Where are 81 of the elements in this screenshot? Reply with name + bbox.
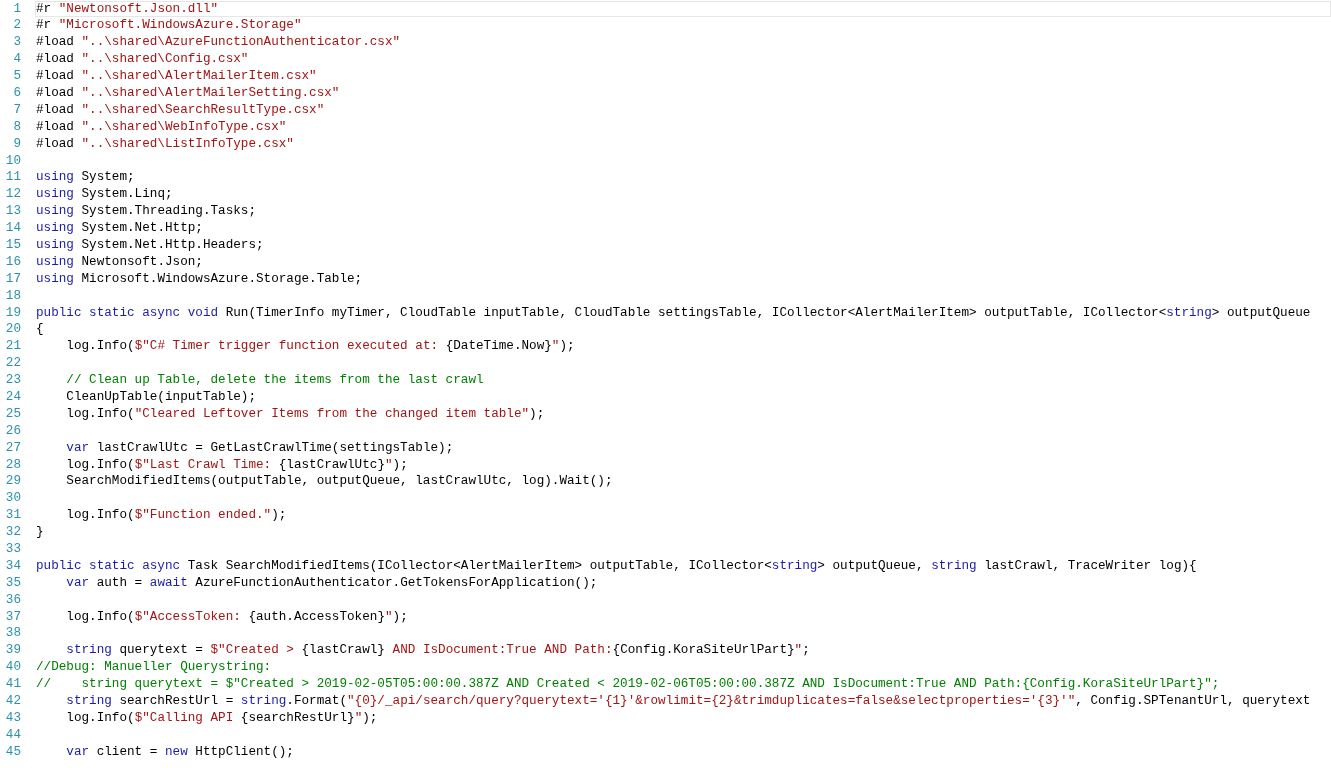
line-number: 28 — [4, 456, 21, 474]
line-number: 23 — [4, 372, 21, 389]
code-line: // Clean up Table, delete the items from the last crawl — [65, 372, 484, 388]
line-number: 19 — [4, 304, 21, 322]
line-number: 42 — [4, 693, 21, 710]
line-number: 36 — [4, 591, 21, 609]
code-line: #r "Microsoft.WindowsAzure.Storage" — [36, 17, 302, 33]
line-number: 38 — [4, 625, 21, 643]
code-line: { — [36, 321, 44, 337]
code-line: var auth = await AzureFunctionAuthenticator.GetTokensForApplication(); — [65, 574, 598, 590]
line-number: 44 — [4, 726, 21, 744]
line-number: 2 — [12, 17, 21, 35]
line-number: 14 — [4, 220, 21, 237]
code-line: string searchRestUrl = string.Format("{0}/_api/search/query?querytext='{1}'&rowlimit={2}&trimduplicates=false&selectproperties='{3}'", Config.SPTenantUrl, querytext — [65, 693, 1311, 708]
code-line: #load "..\shared\Config.csx" — [36, 51, 249, 67]
line-number: 9 — [12, 135, 21, 153]
line-number: 22 — [4, 355, 21, 373]
code-line: //Debug: Manueller Querystring: — [36, 659, 272, 675]
line-number: 1 — [12, 0, 21, 18]
line-number: 32 — [4, 524, 21, 541]
code-line: CleanUpTable(inputTable); — [65, 389, 256, 404]
line-number: 6 — [12, 84, 21, 102]
line-number: 20 — [4, 321, 21, 339]
line-number: 45 — [4, 743, 21, 761]
line-number: 16 — [4, 253, 21, 271]
code-line: using System.Net.Http.Headers; — [36, 236, 264, 252]
line-number: 26 — [4, 422, 21, 440]
code-line: using System; — [36, 169, 135, 185]
code-line: log.Info($"Function ended."); — [65, 507, 287, 523]
code-line: #load "..\shared\AzureFunctionAuthenticator.csx" — [36, 34, 401, 50]
line-number: 29 — [4, 473, 21, 491]
line-number: 31 — [4, 507, 21, 525]
line-number: 34 — [4, 557, 21, 575]
code-line: var client = new HttpClient(); — [65, 743, 294, 759]
line-number: 41 — [4, 676, 21, 693]
line-number: 4 — [12, 51, 21, 69]
code-line: log.Info("Cleared Leftover Items from the changed item table"); — [65, 405, 545, 421]
line-number: 30 — [4, 490, 21, 508]
code-line: log.Info($"AccessToken: {auth.AccessToken}"); — [65, 608, 408, 624]
line-number: 11 — [4, 169, 21, 187]
code-line: } — [36, 524, 44, 540]
line-number: 8 — [12, 118, 21, 136]
code-line: using Microsoft.WindowsAzure.Storage.Table; — [36, 270, 363, 286]
line-number: 12 — [4, 186, 21, 204]
line-number: 43 — [4, 709, 21, 727]
code-line: public static async Task SearchModifiedItems(ICollector<AlertMailerItem> outputTable, ICollector<string> outputQueue, string lastCrawl, TraceWriter log){ — [36, 557, 1197, 573]
code-line: public static async void Run(TimerInfo myTimer, CloudTable inputTable, CloudTable settingsTable, ICollector<AlertMailerItem> outputTable, ICollector<string> outputQueue — [36, 304, 1311, 320]
code-line: log.Info($"C# Timer trigger function executed at: {DateTime.Now}"); — [65, 338, 575, 354]
code-line: #load "..\shared\ListInfoType.csx" — [36, 135, 294, 151]
code-line: log.Info($"Calling API {searchRestUrl}"); — [65, 709, 378, 725]
code-line: // string querytext = $"Created > 2019-02-05T05:00:00.387Z AND Created < 2019-02-06T05:00:00.387Z AND IsDocument:True AND Path:{Config.KoraSiteUrlPart}"; — [36, 676, 1220, 692]
line-number: 33 — [4, 541, 21, 558]
line-number: 3 — [12, 34, 21, 52]
code-line: SearchModifiedItems(outputTable, outputQueue, lastCrawlUtc, log).Wait(); — [65, 473, 613, 489]
line-number: 40 — [4, 659, 21, 677]
code-line: using System.Threading.Tasks; — [36, 203, 256, 219]
line-number: 27 — [4, 439, 21, 457]
code-line: #load "..\shared\AlertMailerSetting.csx" — [36, 84, 340, 100]
code-line: #load "..\shared\WebInfoType.csx" — [36, 118, 287, 134]
line-number: 5 — [12, 68, 21, 85]
code-line: var lastCrawlUtc = GetLastCrawlTime(settingsTable); — [65, 439, 454, 455]
line-number: 7 — [12, 101, 21, 119]
line-number: 37 — [4, 608, 21, 626]
line-number: 39 — [4, 642, 21, 660]
code-line: string querytext = $"Created > {lastCrawl} AND IsDocument:True AND Path:{Config.KoraSiteUrlPart}"; — [65, 642, 810, 658]
line-number: 24 — [4, 389, 21, 406]
line-number: 35 — [4, 574, 21, 592]
code-line: #load "..\shared\SearchResultType.csx" — [36, 101, 325, 117]
line-number: 21 — [4, 338, 21, 356]
line-number: 25 — [4, 405, 21, 423]
line-number: 10 — [4, 152, 21, 170]
code-line: using System.Net.Http; — [36, 220, 203, 236]
line-number: 17 — [4, 270, 21, 288]
code-line: #r "Newtonsoft.Json.dll" — [36, 0, 219, 16]
code-line: log.Info($"Last Crawl Time: {lastCrawlUtc}"); — [65, 456, 408, 472]
code-line: #load "..\shared\AlertMailerItem.csx" — [36, 68, 317, 84]
line-number: 15 — [4, 236, 21, 254]
code-line: using System.Linq; — [36, 186, 173, 202]
line-number: 18 — [4, 287, 21, 305]
line-number: 13 — [4, 203, 21, 221]
code-line: using Newtonsoft.Json; — [36, 253, 203, 269]
